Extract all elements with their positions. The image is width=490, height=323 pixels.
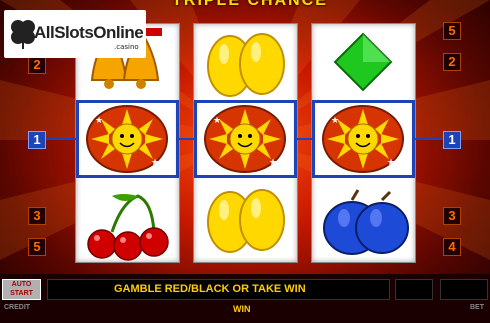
win-label: WIN bbox=[233, 304, 251, 314]
auto-start-label-2: START bbox=[10, 290, 33, 297]
diamond-icon bbox=[333, 32, 393, 92]
game-title: TRIPLE CHANCE bbox=[172, 0, 328, 9]
line-number-right: 2 bbox=[443, 53, 461, 71]
credit-label: CREDIT bbox=[4, 304, 31, 311]
lemon-icon bbox=[207, 189, 285, 253]
logo-sub: .casino bbox=[114, 43, 139, 51]
payline-left bbox=[44, 138, 76, 140]
logo-brand: AllSlotsOnline bbox=[34, 23, 144, 42]
line-number-right-active: 1 bbox=[443, 131, 461, 149]
bet-label: BET bbox=[470, 304, 484, 311]
line-number-right: 4 bbox=[443, 238, 461, 256]
lemon-icon bbox=[207, 33, 285, 97]
payline-frame-reel-3 bbox=[312, 100, 415, 178]
line-number-left: 3 bbox=[28, 207, 46, 225]
message-display: GAMBLE RED/BLACK OR TAKE WIN bbox=[47, 279, 390, 300]
slot-game-screen: TRIPLE CHANCE ★ ★ ★ ★ ★ ★ 2 1 3 5 5 2 1 … bbox=[0, 0, 490, 323]
plum-icon bbox=[323, 189, 409, 255]
auto-start-label-1: AUTO bbox=[11, 281, 32, 288]
casino-logo: AllSlotsOnline .casino bbox=[4, 10, 146, 58]
payline-frame-reel-1 bbox=[76, 100, 179, 178]
payline-frame-reel-2 bbox=[194, 100, 297, 178]
value-display-1 bbox=[395, 279, 433, 300]
line-number-right: 5 bbox=[443, 22, 461, 40]
auto-start-button[interactable]: AUTO START bbox=[2, 279, 41, 300]
payline-mid-2 bbox=[297, 138, 312, 140]
line-number-right: 3 bbox=[443, 207, 461, 225]
line-number-left: 5 bbox=[28, 238, 46, 256]
cherry-icon bbox=[87, 194, 169, 261]
payline-right bbox=[415, 138, 441, 140]
line-number-left: 2 bbox=[28, 56, 46, 74]
payline-mid-1 bbox=[179, 138, 194, 140]
line-number-left-active: 1 bbox=[28, 131, 46, 149]
bet-display bbox=[440, 279, 488, 300]
